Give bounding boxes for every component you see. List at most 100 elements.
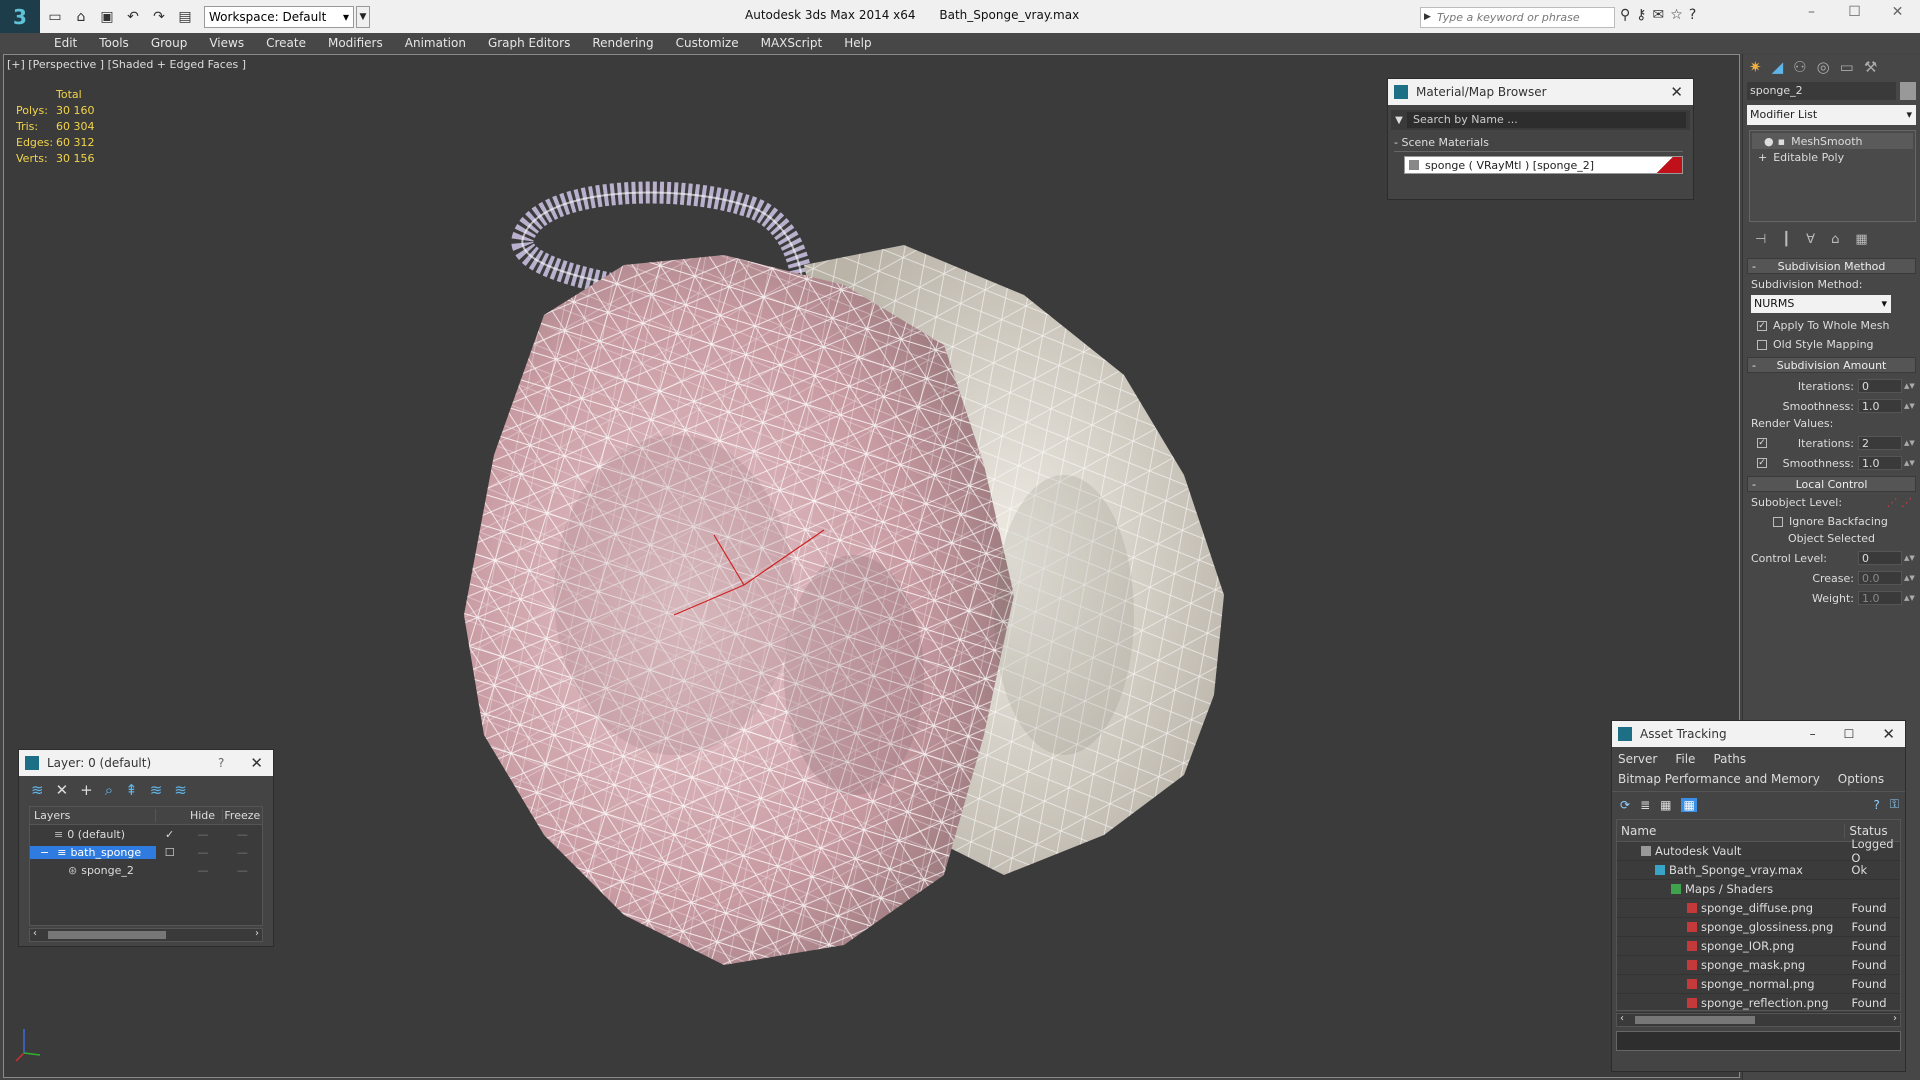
layer-horizontal-scrollbar[interactable]: ‹ › — [29, 928, 263, 942]
configure-modifier-sets-icon[interactable]: ▦ — [1855, 232, 1867, 247]
thumbnail-view-icon[interactable]: ▦ — [1660, 798, 1671, 812]
apply-whole-mesh-checkbox[interactable]: ✓ Apply To Whole Mesh — [1757, 319, 1906, 332]
asset-row[interactable]: Bath_Sponge_vray.max Ok — [1617, 861, 1900, 880]
menu-views[interactable]: Views — [209, 36, 244, 50]
hide-toggle[interactable]: — — [183, 846, 222, 859]
rollout-subdivision-method[interactable]: Subdivision Method — [1747, 258, 1916, 274]
scroll-left-icon[interactable]: ‹ — [1620, 1013, 1624, 1024]
menu-modifiers[interactable]: Modifiers — [328, 36, 383, 50]
layer-manager-header[interactable]: Layer: 0 (default) ? ✕ — [19, 750, 273, 776]
toolbar-expand-icon[interactable]: ▼ — [356, 5, 370, 28]
new-layer-icon[interactable]: ≋ — [31, 781, 44, 799]
help-icon[interactable]: ? — [218, 756, 224, 770]
menu-create[interactable]: Create — [266, 36, 306, 50]
expand-icon[interactable]: + — [1758, 151, 1767, 164]
freeze-toggle[interactable]: — — [223, 864, 262, 877]
minimize-icon[interactable]: – — [1810, 727, 1816, 741]
column-name[interactable]: Name — [1617, 823, 1846, 838]
spinner-value[interactable]: 0 — [1858, 551, 1902, 565]
close-icon[interactable]: ✕ — [1670, 83, 1683, 101]
checkbox-checked-icon[interactable]: ✓ — [1757, 438, 1767, 448]
minimize-icon[interactable]: – — [1790, 4, 1833, 20]
render-smoothness-spinner[interactable]: ✓ Smoothness: 1.0 ▲▼ — [1751, 456, 1915, 470]
current-layer-box[interactable]: ☐ — [156, 846, 184, 859]
sponge-mesh-render[interactable] — [424, 115, 1374, 1075]
asset-horizontal-scrollbar[interactable]: ‹ › — [1616, 1013, 1901, 1027]
menu-help[interactable]: Help — [844, 36, 871, 50]
asset-row[interactable]: sponge_diffuse.png Found — [1617, 899, 1900, 918]
object-name-input[interactable]: sponge_2 — [1747, 82, 1896, 100]
spinner-arrows-icon[interactable]: ▲▼ — [1904, 574, 1915, 582]
spinner-value[interactable]: 1.0 — [1858, 399, 1902, 413]
spinner-arrows-icon[interactable]: ▲▼ — [1904, 439, 1915, 447]
control-level-spinner[interactable]: Control Level: 0 ▲▼ — [1751, 551, 1915, 565]
set-current-layer-icon[interactable]: ≋ — [150, 781, 163, 799]
viewport-label[interactable]: [+] [Perspective ] [Shaded + Edged Faces… — [7, 58, 246, 71]
checkbox-checked-icon[interactable]: ✓ — [1757, 458, 1767, 468]
refresh-icon[interactable]: ⟳ — [1620, 798, 1630, 812]
motion-tab-icon[interactable]: ◎ — [1817, 58, 1830, 76]
crease-spinner[interactable]: Crease: 0.0 ▲▼ — [1751, 571, 1915, 585]
communication-icon[interactable]: ✉ — [1653, 7, 1665, 23]
hierarchy-tab-icon[interactable]: ⚇ — [1793, 58, 1806, 76]
scroll-thumb[interactable] — [1635, 1016, 1755, 1024]
column-freeze[interactable]: Freeze — [223, 809, 262, 822]
material-browser-header[interactable]: Material/Map Browser ✕ — [1388, 79, 1693, 105]
spinner-value[interactable]: 2 — [1858, 436, 1902, 450]
menu-customize[interactable]: Customize — [676, 36, 739, 50]
light-bulb-icon[interactable]: ● — [1764, 135, 1774, 148]
vault-help-icon[interactable]: ? — [1873, 798, 1879, 812]
material-item[interactable]: sponge ( VRayMtl ) [sponge_2] — [1404, 156, 1683, 174]
close-icon[interactable]: ✕ — [1882, 725, 1895, 743]
menu-group[interactable]: Group — [151, 36, 188, 50]
spinner-arrows-icon[interactable]: ▲▼ — [1904, 402, 1915, 410]
asset-row[interactable]: sponge_glossiness.png Found — [1617, 918, 1900, 937]
expand-icon[interactable]: − — [40, 846, 49, 859]
help-icon[interactable]: ? — [1689, 7, 1696, 23]
rollout-local-control[interactable]: Local Control — [1747, 476, 1916, 492]
spinner-value[interactable]: 0 — [1858, 379, 1902, 393]
undo-icon[interactable]: ↶ — [122, 6, 144, 28]
scroll-right-icon[interactable]: › — [255, 928, 259, 939]
spinner-arrows-icon[interactable]: ▲▼ — [1904, 594, 1915, 602]
expand-search-icon[interactable]: ▶ — [1424, 12, 1431, 22]
binoculars-icon[interactable]: ⚲ — [1620, 7, 1630, 23]
asset-row[interactable]: Maps / Shaders — [1617, 880, 1900, 899]
menu-edit[interactable]: Edit — [54, 36, 77, 50]
current-layer-check-icon[interactable]: ✓ — [156, 828, 184, 841]
asset-path-field[interactable] — [1616, 1031, 1901, 1051]
close-icon[interactable]: ✕ — [250, 754, 263, 772]
help-search-input[interactable]: ▶ Type a keyword or phrase — [1420, 7, 1615, 28]
spinner-arrows-icon[interactable]: ▲▼ — [1904, 459, 1915, 467]
asset-row[interactable]: sponge_mask.png Found — [1617, 956, 1900, 975]
table-view-icon[interactable]: ▦ — [1681, 797, 1697, 812]
app-logo-icon[interactable]: 3 — [0, 0, 40, 33]
rollout-subdivision-amount[interactable]: Subdivision Amount — [1747, 357, 1916, 373]
select-objects-icon[interactable]: ⌕ — [105, 781, 113, 799]
weight-spinner[interactable]: Weight: 1.0 ▲▼ — [1751, 591, 1915, 605]
freeze-toggle[interactable]: — — [223, 828, 262, 841]
redo-icon[interactable]: ↷ — [148, 6, 170, 28]
hide-all-layers-icon[interactable]: ≋ — [174, 781, 187, 799]
remove-modifier-icon[interactable]: ⌂ — [1831, 232, 1839, 247]
ignore-backfacing-checkbox[interactable]: Ignore Backfacing — [1773, 515, 1906, 528]
asset-row[interactable]: sponge_reflection.png Found — [1617, 994, 1900, 1013]
close-icon[interactable]: ✕ — [1876, 4, 1919, 20]
add-to-layer-icon[interactable]: + — [80, 781, 93, 799]
hide-toggle[interactable]: — — [183, 864, 222, 877]
layer-row-selected[interactable]: − ≡ bath_sponge ☐ — — — [30, 843, 262, 861]
column-hide[interactable]: Hide — [183, 809, 223, 822]
checkbox-checked-icon[interactable]: ✓ — [1757, 320, 1767, 331]
stack-item-meshsmooth[interactable]: ● ▪ MeshSmooth — [1752, 133, 1913, 149]
menu-tools[interactable]: Tools — [99, 36, 129, 50]
maximize-icon[interactable]: ☐ — [1833, 4, 1876, 20]
modifier-list-dropdown[interactable]: Modifier List ▾ — [1747, 105, 1916, 125]
expand-icon[interactable]: ▪ — [1778, 135, 1785, 148]
layer-row[interactable]: ≡ 0 (default) ✓ — — — [30, 825, 262, 843]
asset-row[interactable]: sponge_normal.png Found — [1617, 975, 1900, 994]
spinner-value[interactable]: 1.0 — [1858, 456, 1902, 470]
render-iterations-spinner[interactable]: ✓ Iterations: 2 ▲▼ — [1751, 436, 1915, 450]
smoothness-spinner[interactable]: Smoothness: 1.0 ▲▼ — [1751, 399, 1915, 413]
workspace-dropdown[interactable]: Workspace: Default ▾ — [204, 5, 354, 28]
favorites-star-icon[interactable]: ☆ — [1670, 7, 1683, 23]
